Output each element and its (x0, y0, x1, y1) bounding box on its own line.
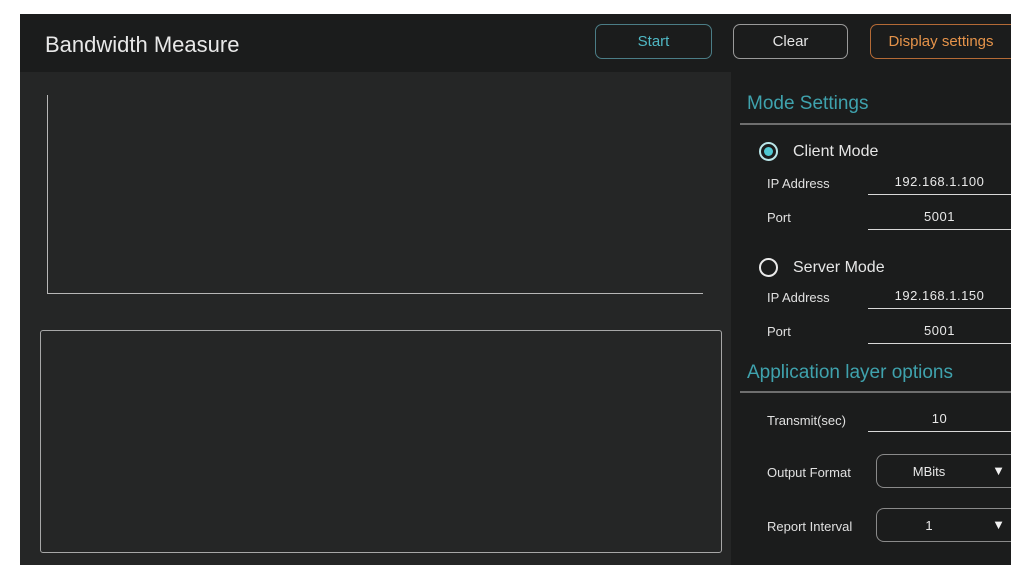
app-window: Bandwidth Measure Start Clear Display se… (20, 14, 1011, 565)
app-title: Bandwidth Measure (45, 32, 240, 57)
client-port-label: Port (767, 210, 791, 225)
radio-unchecked-icon[interactable] (759, 258, 778, 277)
output-format-value: MBits (912, 464, 946, 479)
server-mode-label: Server Mode (793, 258, 885, 276)
display-settings-button[interactable]: Display settings (870, 24, 1011, 59)
output-format-select[interactable]: MBits ▼ (876, 454, 1011, 488)
output-log-area (40, 330, 722, 553)
report-interval-value: 1 (925, 518, 933, 533)
app-layer-options-divider (740, 391, 1011, 393)
client-ip-label: IP Address (767, 176, 830, 191)
bandwidth-graph-area (47, 95, 703, 294)
client-ip-field[interactable]: 192.168.1.100 (868, 171, 1011, 195)
client-mode-label: Client Mode (793, 142, 879, 160)
settings-panel: Mode Settings Client Mode IP Address 192… (731, 72, 1011, 565)
server-ip-label: IP Address (767, 290, 830, 305)
server-mode-radio[interactable]: Server Mode (759, 258, 885, 277)
dropdown-arrow-icon[interactable]: ▼ (992, 463, 1005, 478)
report-interval-select[interactable]: 1 ▼ (876, 508, 1011, 542)
server-ip-field[interactable]: 192.168.1.150 (868, 285, 1011, 309)
transmit-field[interactable]: 10 (868, 408, 1011, 432)
header-bar: Bandwidth Measure Start Clear Display se… (20, 14, 1011, 72)
mode-settings-title: Mode Settings (747, 93, 869, 114)
mode-settings-divider (740, 123, 1011, 125)
app-layer-options-title: Application layer options (747, 362, 953, 383)
transmit-label: Transmit(sec) (767, 413, 846, 428)
output-format-label: Output Format (767, 465, 851, 480)
report-interval-label: Report Interval (767, 519, 853, 534)
client-port-field[interactable]: 5001 (868, 206, 1011, 230)
dropdown-arrow-icon[interactable]: ▼ (992, 517, 1005, 532)
server-port-label: Port (767, 324, 791, 339)
server-port-field[interactable]: 5001 (868, 320, 1011, 344)
start-button[interactable]: Start (595, 24, 712, 59)
radio-checked-icon[interactable] (759, 142, 778, 161)
client-mode-radio[interactable]: Client Mode (759, 142, 878, 161)
clear-button[interactable]: Clear (733, 24, 848, 59)
